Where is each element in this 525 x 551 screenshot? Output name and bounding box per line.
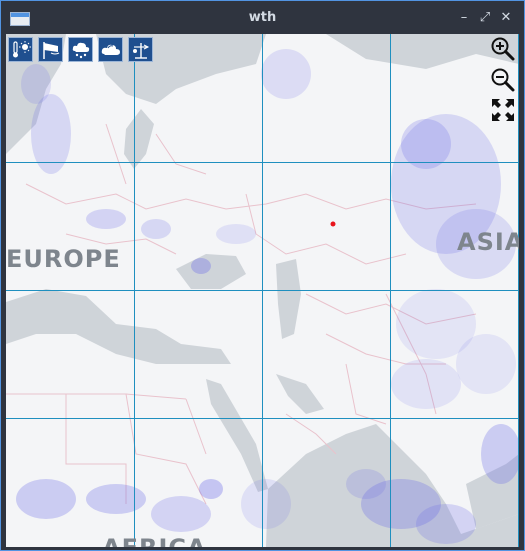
- minimize-button[interactable]: –: [457, 11, 471, 25]
- precipitation-layer-button[interactable]: [68, 37, 93, 62]
- location-marker[interactable]: [330, 221, 336, 227]
- map-label-europe: EUROPE: [6, 245, 121, 273]
- title-bar[interactable]: wth – ⤢ ✕: [1, 1, 524, 34]
- clouds-layer-button[interactable]: [98, 37, 123, 62]
- map-label-asia: ASIA: [457, 228, 519, 256]
- precipitation-layer-icon: [72, 42, 90, 59]
- zoom-out-button[interactable]: [490, 67, 516, 93]
- zoom-in-icon: [491, 37, 515, 61]
- zoom-out-icon: [491, 68, 515, 92]
- window-title: wth: [248, 10, 277, 25]
- map-view[interactable]: EUROPE ASIA AFRICA: [6, 34, 519, 547]
- app-window: wth – ⤢ ✕ EUROPE ASIA: [0, 0, 525, 551]
- fullscreen-button[interactable]: [490, 97, 516, 123]
- map-label-africa: AFRICA: [102, 534, 207, 547]
- precipitation-overlay: [16, 49, 519, 544]
- pressure-layer-button[interactable]: [128, 37, 153, 62]
- grid-lines: [6, 34, 519, 547]
- zoom-in-button[interactable]: [490, 36, 516, 62]
- pressure-layer-icon: [133, 43, 150, 59]
- clouds-layer-icon: [101, 44, 120, 55]
- close-button[interactable]: ✕: [499, 11, 513, 25]
- wind-layer-icon: [43, 42, 60, 59]
- fullscreen-icon: [492, 99, 514, 121]
- maximize-button[interactable]: ⤢: [478, 11, 492, 25]
- temperature-layer-button[interactable]: [8, 37, 33, 62]
- wind-layer-button[interactable]: [38, 37, 63, 62]
- temperature-layer-icon: [13, 41, 31, 58]
- map-canvas: [6, 34, 519, 547]
